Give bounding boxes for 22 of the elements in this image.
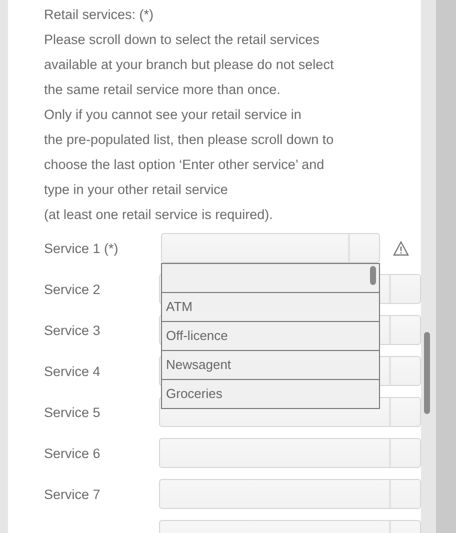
service-label: Service 1 (*) — [44, 240, 118, 256]
section-title: Retail services: (*) — [44, 6, 155, 24]
instruction-text: the same retail service more than once. — [44, 81, 282, 99]
scroll-thumb[interactable] — [370, 266, 376, 285]
service-label: Service 2 — [44, 282, 100, 296]
service-label: Service 7 — [44, 486, 100, 502]
service-label: Service 4 — [44, 364, 100, 378]
instruction-text: Please scroll down to select the retail services — [44, 31, 320, 49]
instruction-text: (at least one retail service is required). — [44, 206, 274, 224]
scrollbar-thumb[interactable] — [424, 332, 430, 414]
dropdown-option[interactable]: ATM — [162, 292, 379, 321]
service-label: Service 5 — [44, 404, 100, 420]
instruction-text: the pre-populated list, then please scroll down to — [44, 131, 335, 149]
service-label: Service 6 — [44, 446, 100, 460]
instruction-text: available at your branch but please do not select — [44, 56, 335, 74]
instruction-text: type in your other retail service — [44, 181, 229, 199]
instruction-text: Only if you cannot see your retail service in — [44, 106, 302, 124]
dropdown-option[interactable]: Groceries — [162, 379, 379, 408]
dropdown-option[interactable]: Off-licence — [162, 321, 379, 350]
instruction-text: choose the last option ‘Enter other service’ and — [44, 156, 326, 174]
dropdown-option[interactable]: Newsagent — [162, 350, 379, 379]
service-label: Service 3 — [44, 322, 100, 338]
